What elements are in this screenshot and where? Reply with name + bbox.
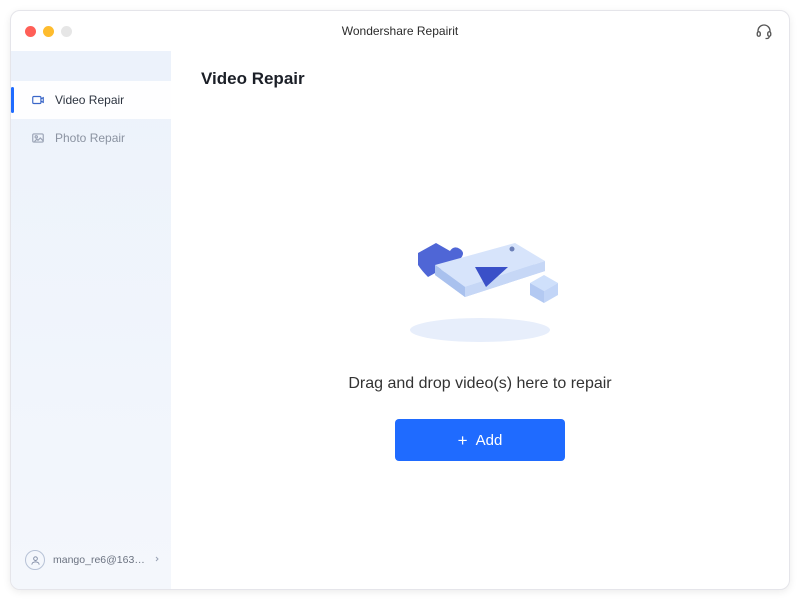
video-illustration (380, 205, 580, 355)
support-icon[interactable] (755, 22, 773, 40)
close-window-button[interactable] (25, 26, 36, 37)
video-repair-icon (31, 93, 45, 107)
sidebar-item-label: Photo Repair (55, 131, 125, 145)
plus-icon: + (458, 432, 468, 449)
add-button-label: Add (476, 432, 503, 449)
chevron-right-icon (153, 554, 161, 567)
drop-instruction-text: Drag and drop video(s) here to repair (348, 375, 611, 393)
window-controls (25, 26, 72, 37)
app-window: Wondershare Repairit Video Repair (10, 10, 790, 590)
account-button[interactable]: mango_re6@163.... (11, 541, 171, 589)
drop-area[interactable]: Drag and drop video(s) here to repair + … (201, 97, 759, 569)
main-content: Video Repair (171, 51, 789, 589)
app-title: Wondershare Repairit (11, 24, 789, 38)
sidebar: Video Repair Photo Repair (11, 51, 171, 589)
add-button[interactable]: + Add (395, 419, 565, 461)
sidebar-item-label: Video Repair (55, 93, 124, 107)
user-avatar-icon (25, 550, 45, 570)
photo-repair-icon (31, 131, 45, 145)
page-title: Video Repair (201, 69, 759, 89)
sidebar-item-photo-repair[interactable]: Photo Repair (11, 119, 171, 157)
minimize-window-button[interactable] (43, 26, 54, 37)
titlebar: Wondershare Repairit (11, 11, 789, 51)
account-username: mango_re6@163.... (53, 554, 145, 566)
maximize-window-button[interactable] (61, 26, 72, 37)
body: Video Repair Photo Repair (11, 51, 789, 589)
sidebar-item-video-repair[interactable]: Video Repair (11, 81, 171, 119)
